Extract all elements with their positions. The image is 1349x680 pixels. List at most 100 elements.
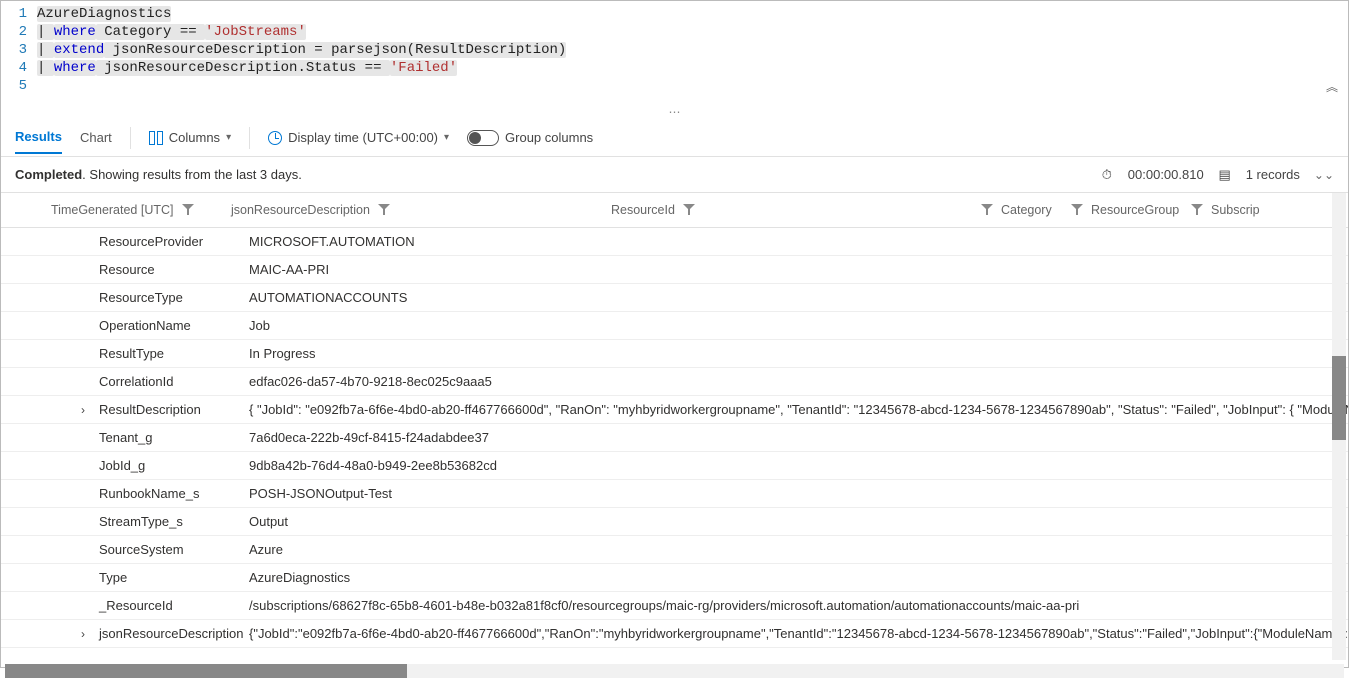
col-subscription[interactable]: Subscrip bbox=[1191, 203, 1271, 217]
filter-icon[interactable] bbox=[981, 204, 993, 216]
table-row[interactable]: StreamType_sOutput bbox=[1, 508, 1348, 536]
property-value: 7a6d0eca-222b-49cf-8415-f24adabdee37 bbox=[249, 430, 1348, 445]
property-value: Azure bbox=[249, 542, 1348, 557]
code-line[interactable]: AzureDiagnostics bbox=[37, 5, 171, 23]
property-name: SourceSystem bbox=[99, 542, 249, 557]
col-timegenerated[interactable]: TimeGenerated [UTC] bbox=[51, 203, 231, 217]
grid-header: TimeGenerated [UTC] jsonResourceDescript… bbox=[1, 193, 1348, 228]
table-row[interactable]: ResourceMAIC-AA-PRI bbox=[1, 256, 1348, 284]
line-number: 1 bbox=[1, 5, 37, 23]
table-row[interactable]: CorrelationIdedfac026-da57-4b70-9218-8ec… bbox=[1, 368, 1348, 396]
status-bar: Completed. Showing results from the last… bbox=[1, 157, 1348, 193]
property-value: MICROSOFT.AUTOMATION bbox=[249, 234, 1348, 249]
col-label: Subscrip bbox=[1211, 203, 1260, 217]
property-name: ResourceProvider bbox=[99, 234, 249, 249]
property-value: AUTOMATIONACCOUNTS bbox=[249, 290, 1348, 305]
property-value: Output bbox=[249, 514, 1348, 529]
group-columns-toggle[interactable]: Group columns bbox=[467, 130, 593, 146]
query-editor[interactable]: 1AzureDiagnostics2| where Category == 'J… bbox=[1, 1, 1348, 109]
filter-icon[interactable] bbox=[182, 204, 194, 216]
property-value: MAIC-AA-PRI bbox=[249, 262, 1348, 277]
property-value: 9db8a42b-76d4-48a0-b949-2ee8b53682cd bbox=[249, 458, 1348, 473]
filter-icon[interactable] bbox=[378, 204, 390, 216]
table-row[interactable]: Tenant_g7a6d0eca-222b-49cf-8415-f24adabd… bbox=[1, 424, 1348, 452]
results-grid: TimeGenerated [UTC] jsonResourceDescript… bbox=[1, 193, 1348, 680]
property-name: ResourceType bbox=[99, 290, 249, 305]
display-time-button[interactable]: Display time (UTC+00:00) ▾ bbox=[268, 130, 449, 145]
line-number: 3 bbox=[1, 41, 37, 59]
table-row[interactable]: OperationNameJob bbox=[1, 312, 1348, 340]
separator bbox=[249, 127, 250, 149]
vertical-scrollbar[interactable] bbox=[1332, 193, 1346, 660]
property-value: POSH-JSONOutput-Test bbox=[249, 486, 1348, 501]
table-row[interactable]: _ResourceId/subscriptions/68627f8c-65b8-… bbox=[1, 592, 1348, 620]
property-name: _ResourceId bbox=[99, 598, 249, 613]
table-row[interactable]: SourceSystemAzure bbox=[1, 536, 1348, 564]
stopwatch-icon: ⏱ bbox=[1100, 168, 1114, 182]
property-value: AzureDiagnostics bbox=[249, 570, 1348, 585]
col-resourceid[interactable]: ResourceId bbox=[611, 203, 981, 217]
chevron-down-icon: ▾ bbox=[226, 132, 231, 143]
table-row[interactable]: ResultTypeIn Progress bbox=[1, 340, 1348, 368]
col-label: TimeGenerated [UTC] bbox=[51, 203, 174, 217]
columns-button[interactable]: Columns ▾ bbox=[149, 130, 231, 145]
scrollbar-thumb[interactable] bbox=[1332, 356, 1346, 440]
status-text: Completed. Showing results from the last… bbox=[15, 167, 302, 182]
property-name: JobId_g bbox=[99, 458, 249, 473]
property-value: {"JobId":"e092fb7a-6f6e-4bd0-ab20-ff4677… bbox=[249, 626, 1348, 641]
code-line[interactable]: | extend jsonResourceDescription = parse… bbox=[37, 41, 566, 59]
records-icon: ▤ bbox=[1218, 168, 1232, 182]
columns-icon bbox=[149, 131, 163, 145]
property-value: In Progress bbox=[249, 346, 1348, 361]
property-name: ResultDescription bbox=[99, 402, 249, 417]
filter-icon[interactable] bbox=[683, 204, 695, 216]
table-row[interactable]: TypeAzureDiagnostics bbox=[1, 564, 1348, 592]
property-value: /subscriptions/68627f8c-65b8-4601-b48e-b… bbox=[249, 598, 1348, 613]
expand-chevron-icon[interactable]: ⌄⌄ bbox=[1314, 168, 1334, 182]
col-label: ResourceId bbox=[611, 203, 675, 217]
scrollbar-thumb[interactable] bbox=[5, 664, 407, 678]
table-row[interactable]: JobId_g9db8a42b-76d4-48a0-b949-2ee8b5368… bbox=[1, 452, 1348, 480]
separator bbox=[130, 127, 131, 149]
col-resourcegroup[interactable]: ResourceGroup bbox=[1071, 203, 1191, 217]
table-row[interactable]: ResourceProviderMICROSOFT.AUTOMATION bbox=[1, 228, 1348, 256]
filter-icon[interactable] bbox=[1071, 204, 1083, 216]
filter-icon[interactable] bbox=[1191, 204, 1203, 216]
group-columns-label: Group columns bbox=[505, 130, 593, 145]
col-category[interactable]: Category bbox=[981, 203, 1071, 217]
tab-chart[interactable]: Chart bbox=[80, 122, 112, 153]
property-name: Tenant_g bbox=[99, 430, 249, 445]
table-row[interactable]: RunbookName_sPOSH-JSONOutput-Test bbox=[1, 480, 1348, 508]
elapsed-time: 00:00:00.810 bbox=[1128, 167, 1204, 182]
line-number: 4 bbox=[1, 59, 37, 77]
completed-detail: . Showing results from the last 3 days. bbox=[82, 167, 302, 182]
property-name: CorrelationId bbox=[99, 374, 249, 389]
display-time-label: Display time (UTC+00:00) bbox=[288, 130, 438, 145]
table-row[interactable]: ›jsonResourceDescription{"JobId":"e092fb… bbox=[1, 620, 1348, 648]
tab-results[interactable]: Results bbox=[15, 121, 62, 154]
collapse-editor-icon[interactable]: ︽ bbox=[1326, 79, 1338, 97]
columns-label: Columns bbox=[169, 130, 220, 145]
code-line[interactable]: | where Category == 'JobStreams' bbox=[37, 23, 306, 41]
col-label: Category bbox=[1001, 203, 1052, 217]
line-number: 5 bbox=[1, 77, 37, 95]
table-row[interactable]: ›ResultDescription{ "JobId": "e092fb7a-6… bbox=[1, 396, 1348, 424]
expand-chevron-icon[interactable]: › bbox=[1, 627, 99, 641]
line-number: 2 bbox=[1, 23, 37, 41]
property-name: StreamType_s bbox=[99, 514, 249, 529]
completed-label: Completed bbox=[15, 167, 82, 182]
table-row[interactable]: ResourceTypeAUTOMATIONACCOUNTS bbox=[1, 284, 1348, 312]
record-count: 1 records bbox=[1246, 167, 1300, 182]
col-label: ResourceGroup bbox=[1091, 203, 1179, 217]
chevron-down-icon: ▾ bbox=[444, 132, 449, 143]
horizontal-scrollbar[interactable] bbox=[5, 664, 1344, 678]
expand-chevron-icon[interactable]: › bbox=[1, 403, 99, 417]
property-value: { "JobId": "e092fb7a-6f6e-4bd0-ab20-ff46… bbox=[249, 402, 1348, 417]
property-name: jsonResourceDescription bbox=[99, 626, 249, 641]
col-jsonresourcedescription[interactable]: jsonResourceDescription bbox=[231, 203, 611, 217]
code-line[interactable]: | where jsonResourceDescription.Status =… bbox=[37, 59, 457, 77]
clock-icon bbox=[268, 131, 282, 145]
toggle-off-icon[interactable] bbox=[467, 130, 499, 146]
property-name: Resource bbox=[99, 262, 249, 277]
property-name: Type bbox=[99, 570, 249, 585]
